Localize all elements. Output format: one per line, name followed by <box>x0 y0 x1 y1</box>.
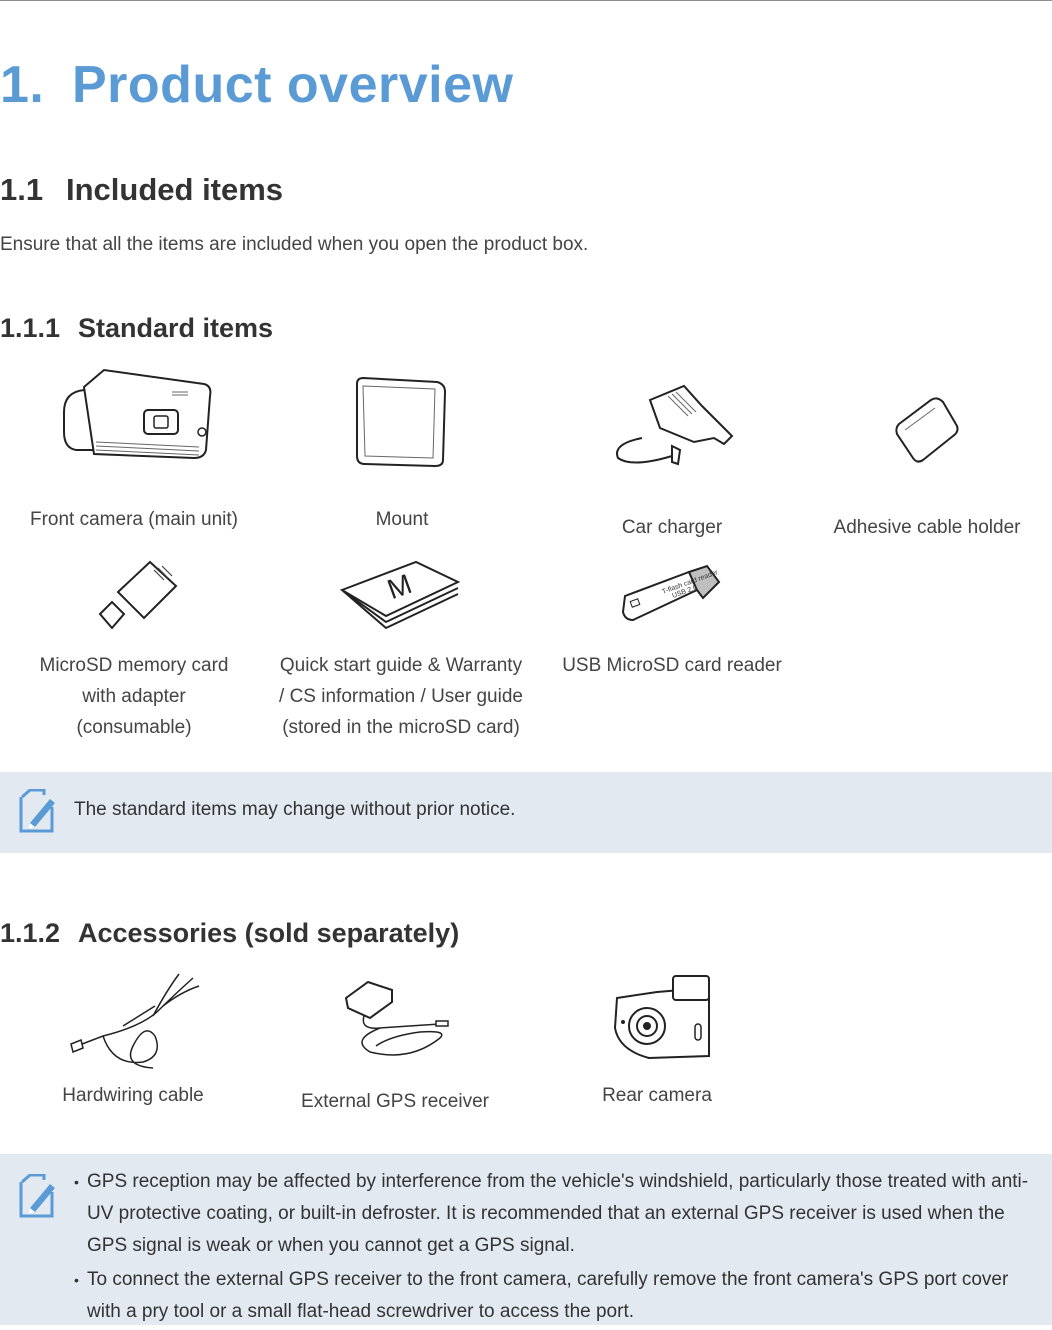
hardwiring-cable-icon <box>70 973 200 1069</box>
usb-card-reader-label: USB MicroSD card reader <box>562 655 782 676</box>
gps-note-item: GPS reception may be affected by interfe… <box>74 1166 1034 1262</box>
section-heading: 1.1 Included items <box>0 172 283 208</box>
guide-label-line-2: / CS information / User guide <box>279 686 523 707</box>
standard-items-number: 1.1.1 <box>0 313 61 343</box>
note-pencil-icon <box>19 789 55 833</box>
item-quick-start-guide: M Quick start guide & Warranty / CS info… <box>268 556 534 746</box>
note-pencil-icon <box>19 1174 55 1218</box>
section-title: Included items <box>66 172 284 207</box>
mount-icon <box>356 376 447 468</box>
standard-items-heading: 1.1.1 Standard items <box>0 313 273 344</box>
microsd-label-line-1: MicroSD memory card <box>39 655 229 676</box>
microsd-label-line-3: (consumable) <box>76 717 192 738</box>
standard-items-title: Standard items <box>78 313 274 343</box>
section-number: 1.1 <box>0 172 44 207</box>
rear-camera-label: Rear camera <box>602 1085 712 1106</box>
guide-label-line-1: Quick start guide & Warranty <box>279 655 523 676</box>
top-rule <box>0 0 1052 1</box>
page-title: 1. Product overview <box>0 55 513 115</box>
item-rear-camera: Rear camera <box>556 970 758 1116</box>
hardwiring-cable-label: Hardwiring cable <box>62 1085 204 1106</box>
adhesive-cable-holder-label: Adhesive cable holder <box>833 517 1021 538</box>
item-microsd-card: MicroSD memory card with adapter (consum… <box>20 556 248 746</box>
mount-label: Mount <box>375 509 429 530</box>
standard-items-note: The standard items may change without pr… <box>0 772 1052 853</box>
gps-receiver-label: External GPS receiver <box>301 1091 489 1112</box>
quick-start-guide-icon: M <box>339 560 461 630</box>
item-car-charger: Car charger <box>572 378 772 548</box>
gps-notes-list: GPS reception may be affected by interfe… <box>74 1166 1034 1330</box>
gps-receiver-icon <box>344 980 449 1056</box>
standard-items-note-text: The standard items may change without pr… <box>74 799 516 820</box>
rear-camera-icon <box>613 975 710 1060</box>
section-intro: Ensure that all the items are included w… <box>0 234 589 255</box>
accessories-title: Accessories (sold separately) <box>78 918 460 948</box>
usb-card-reader-icon: T-flash card reader USB 2.0 <box>621 564 721 622</box>
item-front-camera: Front camera (main unit) <box>20 362 248 542</box>
car-charger-label: Car charger <box>621 517 723 538</box>
item-usb-card-reader: T-flash card reader USB 2.0 USB MicroSD … <box>554 558 790 678</box>
item-hardwiring-cable: Hardwiring cable <box>30 966 236 1116</box>
accessories-number: 1.1.2 <box>0 918 61 948</box>
microsd-card-icon <box>98 560 178 630</box>
page-title-number: 1. <box>0 56 45 114</box>
adhesive-cable-holder-icon <box>895 397 959 463</box>
front-camera-label: Front camera (main unit) <box>29 509 238 530</box>
gps-notes: GPS reception may be affected by interfe… <box>0 1154 1052 1325</box>
item-gps-receiver: External GPS receiver <box>286 976 504 1122</box>
quick-start-guide-label: Quick start guide & Warranty / CS inform… <box>268 650 534 743</box>
item-mount: Mount <box>300 372 504 542</box>
guide-label-line-3: (stored in the microSD card) <box>282 717 520 738</box>
accessories-heading: 1.1.2 Accessories (sold separately) <box>0 918 459 949</box>
microsd-card-label: MicroSD memory card with adapter (consum… <box>20 650 248 743</box>
car-charger-icon <box>616 384 734 466</box>
microsd-label-line-2: with adapter <box>82 686 186 707</box>
page-title-text: Product overview <box>72 56 514 114</box>
front-camera-icon <box>63 368 212 460</box>
gps-note-item: To connect the external GPS receiver to … <box>74 1264 1034 1328</box>
item-adhesive-cable-holder: Adhesive cable holder <box>820 390 1034 550</box>
